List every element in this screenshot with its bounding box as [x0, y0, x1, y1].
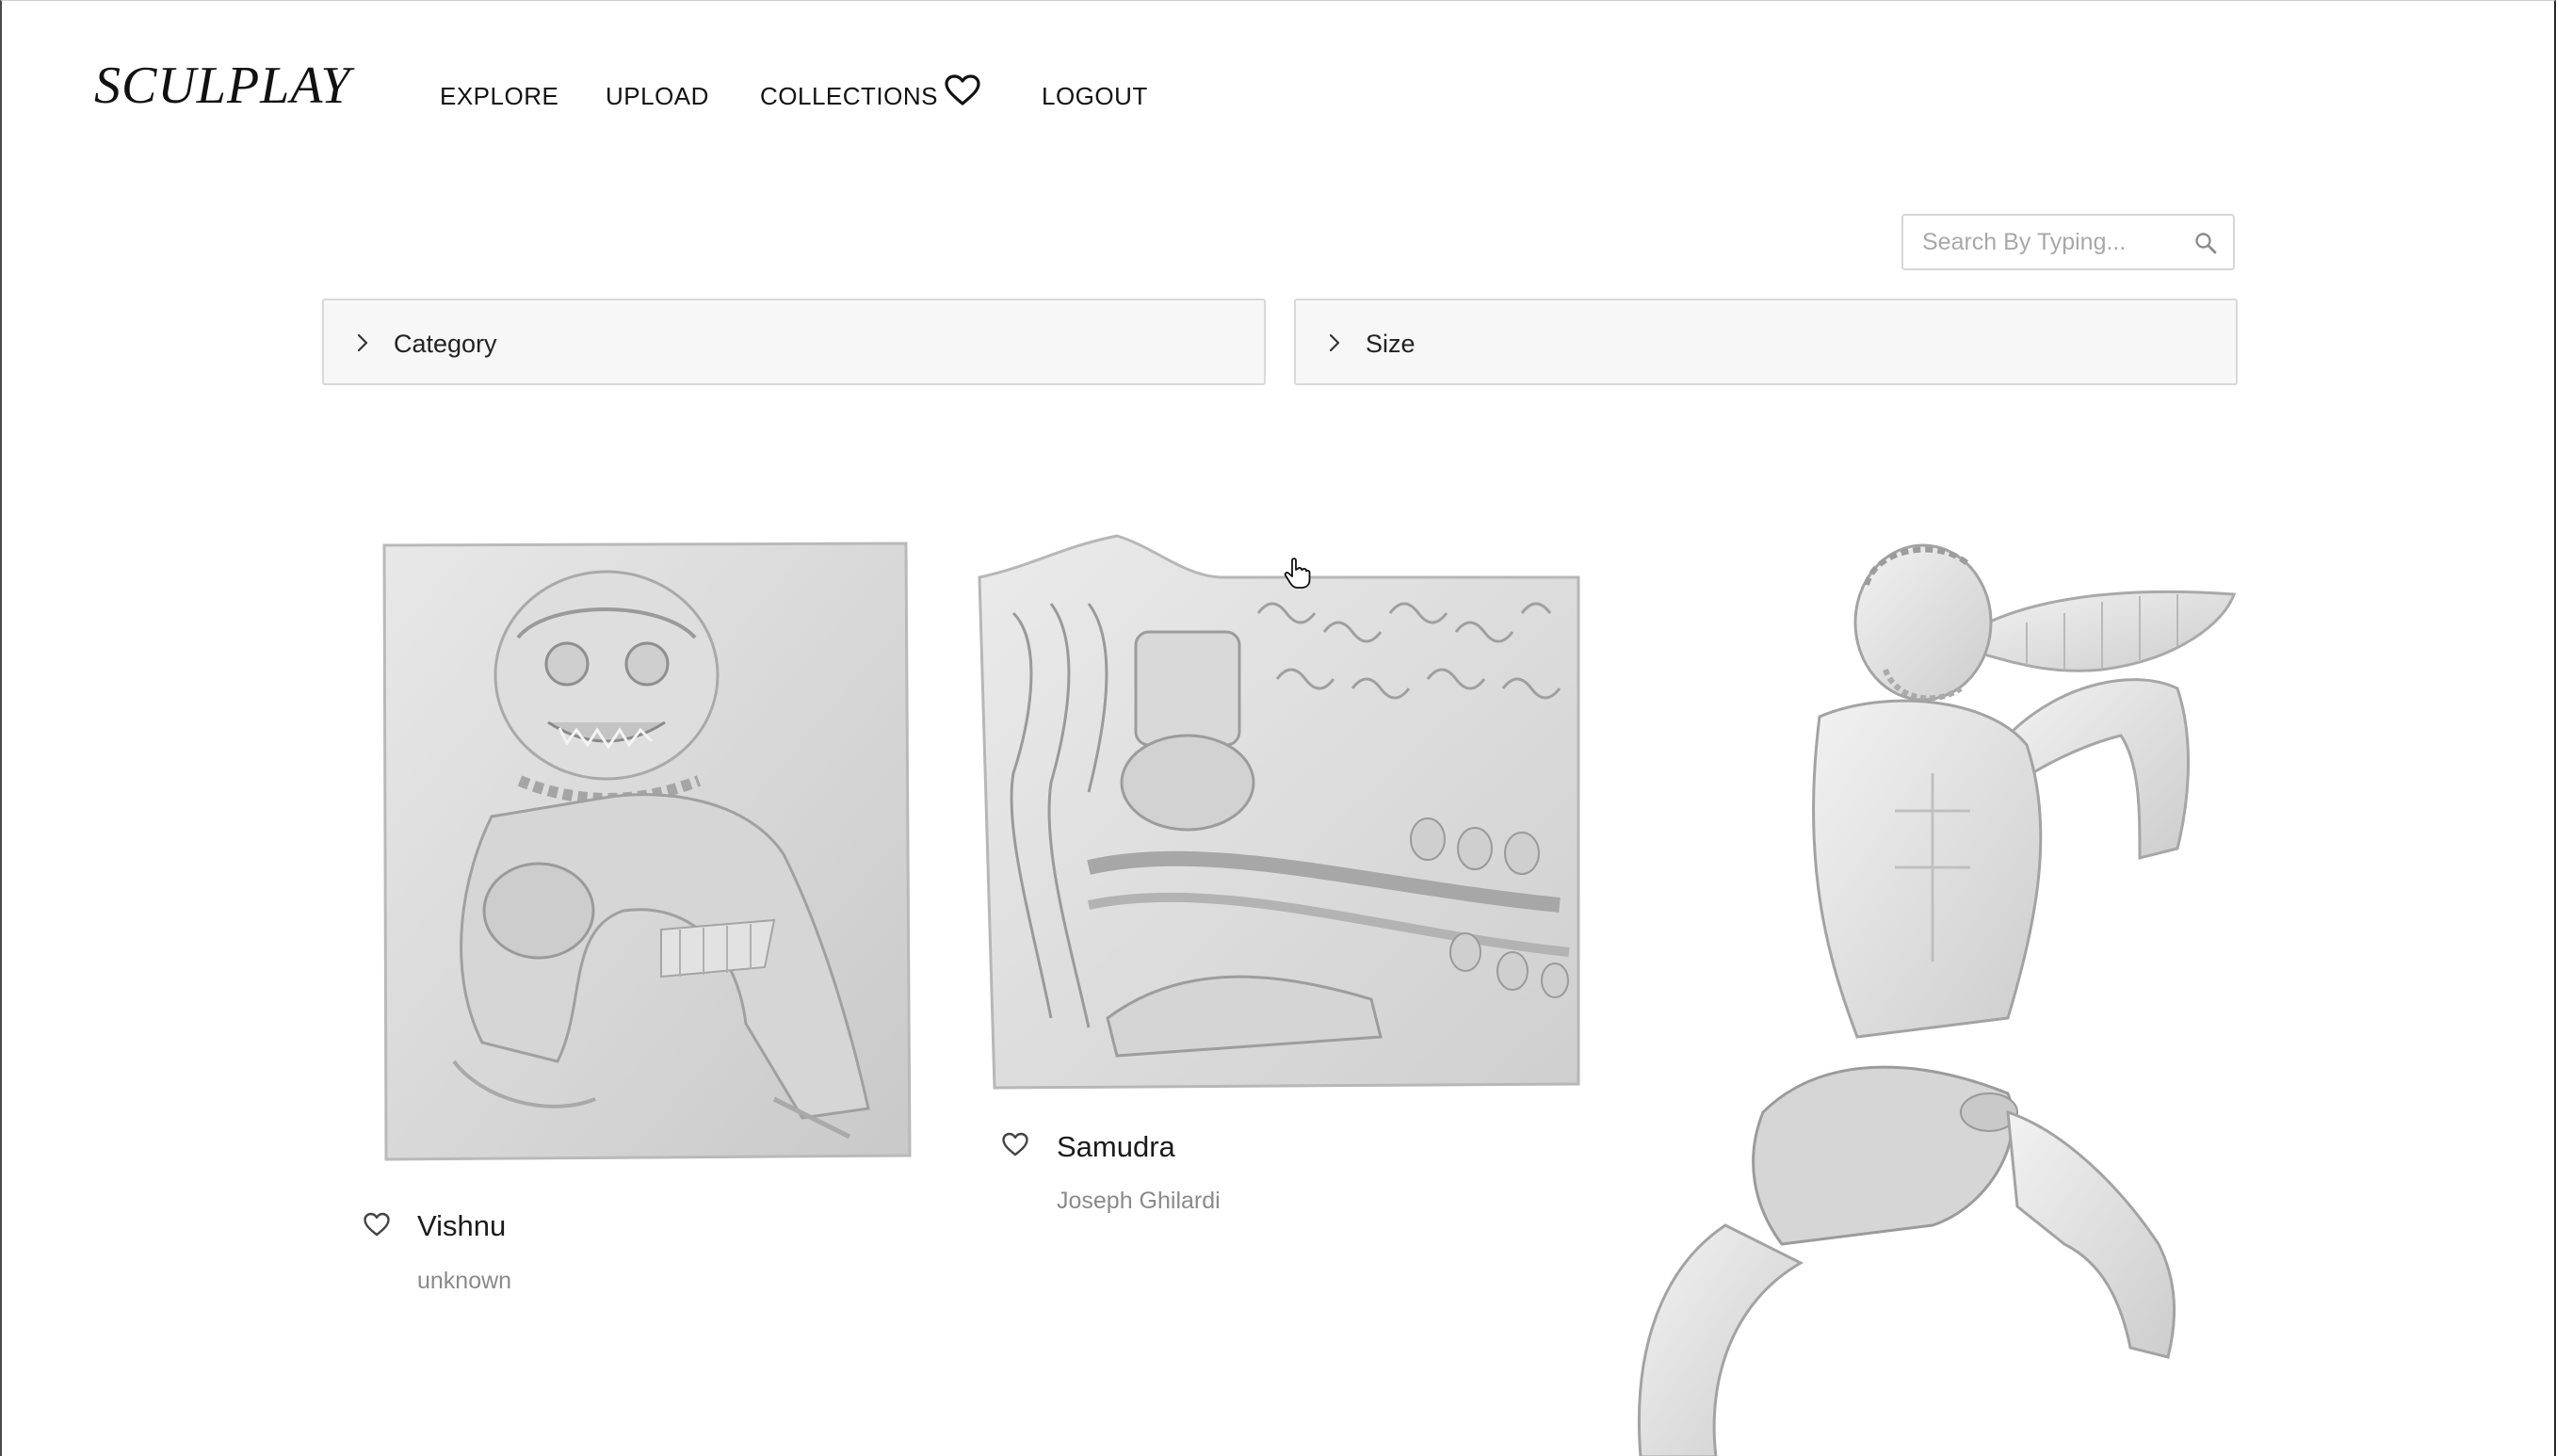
- browser-viewport: SCULPLAY EXPLORE UPLOAD COLLECTIONS LOGO…: [0, 0, 2556, 1456]
- brand-logo[interactable]: SCULPLAY: [94, 59, 351, 112]
- chevron-right-icon: [357, 333, 368, 352]
- nav-upload[interactable]: UPLOAD: [606, 80, 709, 112]
- nav-logout[interactable]: LOGOUT: [1042, 80, 1148, 112]
- sculpture-title[interactable]: Samudra: [1057, 1130, 1175, 1164]
- nav-explore[interactable]: EXPLORE: [440, 80, 558, 112]
- favorite-heart-icon[interactable]: [363, 1211, 391, 1238]
- sculpture-title[interactable]: Vishnu: [417, 1209, 506, 1243]
- sculpture-artist: Joseph Ghilardi: [1057, 1188, 1221, 1214]
- nav-collections[interactable]: COLLECTIONS: [760, 80, 938, 112]
- size-filter-label: Size: [1366, 330, 1416, 358]
- search-box: [1901, 214, 2235, 270]
- category-filter-label: Category: [394, 330, 497, 358]
- sculpture-artist: unknown: [417, 1268, 512, 1294]
- sculpture-image-vishnu[interactable]: [379, 534, 912, 1171]
- favorite-heart-icon[interactable]: [1001, 1131, 1029, 1157]
- search-input[interactable]: [1922, 223, 2176, 261]
- heart-icon[interactable]: [944, 73, 981, 107]
- chevron-right-icon: [1329, 333, 1340, 352]
- category-filter[interactable]: Category: [322, 299, 1266, 385]
- sculpture-image-triton[interactable]: [1612, 528, 2243, 1456]
- sculpture-image-samudra[interactable]: [976, 528, 1580, 1093]
- size-filter[interactable]: Size: [1294, 299, 2238, 385]
- search-icon[interactable]: [2193, 231, 2218, 255]
